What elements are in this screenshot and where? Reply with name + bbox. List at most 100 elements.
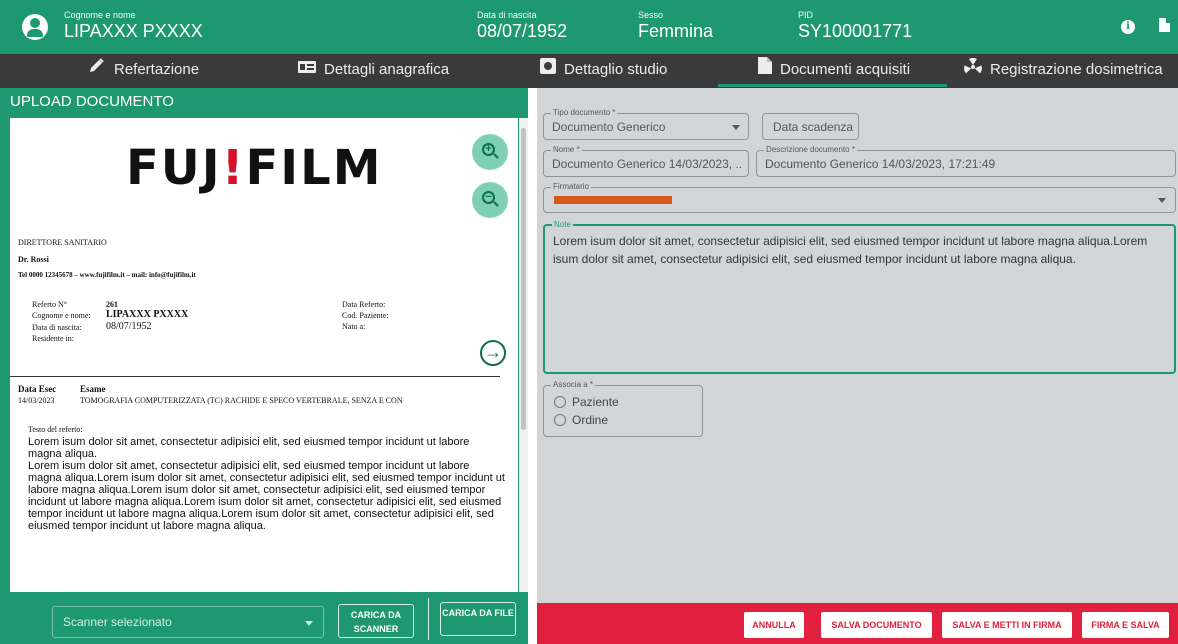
tab-label: Refertazione xyxy=(114,61,200,78)
doc-director: DIRETTORE SANITARIO xyxy=(18,238,107,247)
note-label: Note xyxy=(552,220,573,230)
doc-cod-paziente-label: Cod. Paziente: xyxy=(342,311,389,320)
doc-esame-value: TOMOGRAFIA COMPUTERIZZATA (TC) RACHIDE E… xyxy=(80,396,403,405)
note-text: Lorem isum dolor sit amet, consectetur a… xyxy=(553,234,1148,266)
associa-label: Associa a * xyxy=(551,380,596,390)
panel-gap xyxy=(528,88,537,644)
tab-dettagli-anagrafica[interactable]: Dettagli anagrafica xyxy=(298,54,449,88)
patient-sex-value: Femmina xyxy=(638,21,714,41)
radiation-icon xyxy=(964,54,982,86)
descrizione-field[interactable]: Descrizione documento * Documento Generi… xyxy=(756,145,1176,177)
descrizione-value: Documento Generico 14/03/2023, 17:21:49 xyxy=(765,157,996,171)
patient-name-label: Cognome e nome xyxy=(64,10,136,20)
chevron-down-icon xyxy=(732,125,740,130)
tab-documenti-acquisiti[interactable]: Documenti acquisiti xyxy=(758,54,910,88)
zoom-out-button[interactable]: − xyxy=(472,182,508,218)
document-scrollbar[interactable] xyxy=(519,118,528,592)
firmatario-label: Firmatario xyxy=(551,182,592,192)
tab-label: Dettaglio studio xyxy=(564,61,668,78)
info-icon[interactable]: i xyxy=(1121,20,1135,34)
zoom-in-button[interactable]: + xyxy=(472,134,508,170)
tab-label: Registrazione dosimetrica xyxy=(990,61,1163,78)
pencil-icon xyxy=(88,54,106,86)
doc-data-esec-label: Data Esec xyxy=(18,384,57,394)
salva-e-metti-in-firma-button[interactable]: SALVA E METTI IN FIRMA xyxy=(942,612,1072,638)
chevron-down-icon xyxy=(1158,198,1166,203)
tab-bar: Refertazione Dettagli anagrafica Dettagl… xyxy=(0,54,1178,88)
next-page-button[interactable]: → xyxy=(480,340,506,366)
doc-dob-value: 08/07/1952 xyxy=(106,321,152,332)
tab-label: Documenti acquisiti xyxy=(780,61,911,78)
associa-group: Associa a * Paziente Ordine xyxy=(543,380,703,437)
document-icon xyxy=(758,54,772,86)
doc-body-text: Lorem isum dolor sit amet, consectetur a… xyxy=(28,436,506,532)
tab-registrazione-dosimetrica[interactable]: Registrazione dosimetrica xyxy=(964,54,1163,88)
document-preview[interactable]: FUJ!FILM + − DIRETTORE SANITARIO Dr. Ros… xyxy=(10,118,518,592)
tab-dettaglio-studio[interactable]: Dettaglio studio xyxy=(540,54,667,88)
id-card-icon xyxy=(298,54,316,86)
doc-separator xyxy=(10,376,500,377)
image-icon xyxy=(540,54,556,86)
chevron-down-icon xyxy=(305,621,313,626)
ordine-radio[interactable] xyxy=(554,414,566,426)
patient-header: Cognome e nome LIPAXXX PXXXX Data di nas… xyxy=(0,0,1178,54)
doc-esame-label: Esame xyxy=(80,384,106,394)
save-icon[interactable] xyxy=(1159,18,1170,32)
doc-name-value: LIPAXXX PXXXX xyxy=(106,309,189,320)
tipo-documento-label: Tipo documento * xyxy=(551,108,618,118)
patient-dob-label: Data di nascita xyxy=(477,10,537,20)
toolbar-divider xyxy=(428,598,429,640)
carica-da-file-button[interactable]: CARICA DA FILE xyxy=(440,602,516,636)
doc-testo-label: Testo del referto: xyxy=(28,425,83,434)
doc-nato-label: Nato a: xyxy=(342,322,366,331)
doc-residence-label: Residente in: xyxy=(32,334,74,343)
patient-dob-value: 08/07/1952 xyxy=(477,21,568,41)
tab-label: Dettagli anagrafica xyxy=(324,61,450,78)
patient-pid: PID SY100001771 xyxy=(798,10,912,42)
upload-title: UPLOAD DOCUMENTO xyxy=(10,93,174,110)
salva-documento-button[interactable]: SALVA DOCUMENTO xyxy=(821,612,932,638)
doc-data-esec-value: 14/03/2023 xyxy=(18,396,55,405)
patient-name: Cognome e nome LIPAXXX PXXXX xyxy=(64,10,203,42)
note-textarea[interactable]: Note Lorem isum dolor sit amet, consecte… xyxy=(543,220,1176,374)
firmatario-select[interactable]: Firmatario xyxy=(543,182,1176,213)
tipo-documento-select[interactable]: Tipo documento * Documento Generico xyxy=(543,108,749,140)
active-tab-indicator xyxy=(718,84,947,87)
doc-paragraph: Lorem isum dolor sit amet, consectetur a… xyxy=(28,460,505,532)
scanner-select[interactable]: Scanner selezionato xyxy=(52,606,324,638)
doc-referto-label: Referto N° xyxy=(32,300,67,309)
doc-name-label: Cognome e nome: xyxy=(32,311,91,320)
zoom-out-icon: − xyxy=(485,191,492,203)
redacted-value xyxy=(554,196,672,204)
patient-dob: Data di nascita 08/07/1952 xyxy=(477,10,567,42)
ordine-label[interactable]: Ordine xyxy=(572,413,608,427)
nome-value: Documento Generico 14/03/2023, ... xyxy=(552,157,742,171)
doc-contacts: Tel 0000 12345678 – www.fujifilm.it – ma… xyxy=(18,271,196,279)
tab-refertazione[interactable]: Refertazione xyxy=(88,54,199,88)
tipo-documento-value: Documento Generico xyxy=(552,120,666,134)
patient-sex: Sesso Femmina xyxy=(638,10,713,42)
doc-paragraph: Lorem isum dolor sit amet, consectetur a… xyxy=(28,436,470,460)
nome-field[interactable]: Nome * Documento Generico 14/03/2023, ..… xyxy=(543,145,749,177)
carica-da-scanner-button[interactable]: CARICA DA SCANNER xyxy=(338,604,414,638)
descrizione-label: Descrizione documento * xyxy=(764,145,857,155)
doc-data-referto-label: Data Referto: xyxy=(342,300,386,309)
fujifilm-logo: FUJ!FILM xyxy=(126,140,383,196)
doc-doctor: Dr. Rossi xyxy=(18,255,49,264)
patient-pid-label: PID xyxy=(798,10,814,20)
data-scadenza-field[interactable]: Data scadenza xyxy=(762,113,859,140)
zoom-in-icon: + xyxy=(485,143,492,155)
data-scadenza-label: Data scadenza xyxy=(773,120,854,134)
firma-e-salva-button[interactable]: FIRMA E SALVA xyxy=(1082,612,1169,638)
patient-sex-label: Sesso xyxy=(638,10,664,20)
user-avatar-icon xyxy=(22,14,48,40)
patient-pid-value: SY100001771 xyxy=(798,21,913,41)
doc-dob-label: Data di nascita: xyxy=(32,323,82,332)
annulla-button[interactable]: ANNULLA xyxy=(744,612,804,638)
paziente-radio[interactable] xyxy=(554,396,566,408)
patient-name-value: LIPAXXX PXXXX xyxy=(64,21,203,41)
scrollbar-thumb[interactable] xyxy=(521,128,526,430)
scanner-select-placeholder: Scanner selezionato xyxy=(63,615,172,629)
paziente-label[interactable]: Paziente xyxy=(572,395,619,409)
nome-label: Nome * xyxy=(551,145,582,155)
